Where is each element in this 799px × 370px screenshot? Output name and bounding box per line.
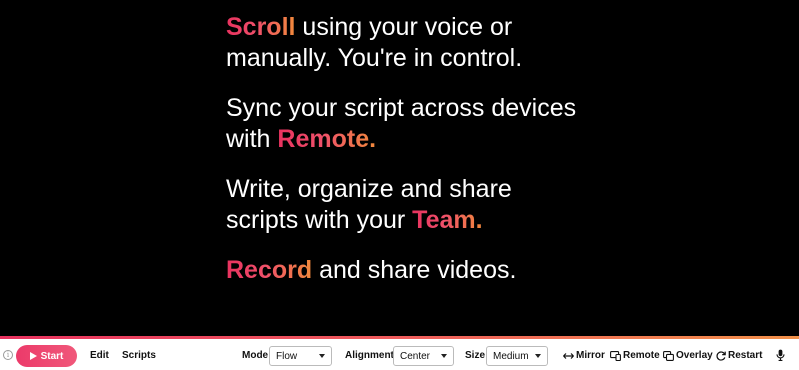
mode-select[interactable]: Flow	[269, 346, 332, 366]
restart-button[interactable]: Restart	[716, 350, 762, 361]
script-line-4-text: and share videos.	[312, 256, 517, 284]
overlay-button[interactable]: Overlay	[663, 350, 713, 361]
restart-label: Restart	[728, 350, 763, 361]
alignment-label: Alignment	[345, 350, 394, 361]
alignment-value: Center	[400, 350, 431, 362]
info-icon[interactable]: i	[3, 350, 13, 360]
highlight-team: Team.	[412, 206, 483, 234]
chevron-down-icon	[535, 354, 541, 358]
remote-icon	[610, 350, 621, 361]
scripts-link[interactable]: Scripts	[122, 350, 156, 361]
size-label: Size	[465, 350, 486, 361]
start-button[interactable]: Start	[16, 345, 77, 367]
mirror-button[interactable]: Mirror	[563, 350, 605, 361]
edit-link[interactable]: Edit	[90, 350, 109, 361]
mode-value: Flow	[276, 350, 298, 362]
overlay-label: Overlay	[676, 350, 713, 361]
teleprompter-stage: Scroll using your voice or manually. You…	[0, 0, 799, 337]
script-line-3: Write, organize and share scripts with y…	[226, 174, 586, 236]
start-label: Start	[40, 350, 64, 362]
script-line-2: Sync your script across devices with Rem…	[226, 93, 586, 155]
size-value: Medium	[493, 350, 529, 362]
arrows-horizontal-icon	[563, 352, 574, 359]
play-icon	[29, 352, 37, 360]
mode-label: Mode	[242, 350, 269, 361]
mirror-label: Mirror	[576, 350, 605, 361]
highlight-record: Record	[226, 256, 313, 284]
microphone-icon[interactable]	[776, 349, 785, 361]
remote-button[interactable]: Remote	[610, 350, 660, 361]
overlay-icon	[663, 350, 674, 361]
chevron-down-icon	[319, 354, 325, 358]
highlight-scroll: Scroll	[226, 13, 296, 41]
script-line-1: Scroll using your voice or manually. You…	[226, 12, 586, 74]
script-line-4: Record and share videos.	[226, 255, 586, 286]
script-text: Scroll using your voice or manually. You…	[226, 12, 586, 305]
bottom-toolbar: i Start Edit Scripts Mode Flow Alignment…	[0, 339, 799, 370]
restart-icon	[716, 350, 726, 361]
remote-label: Remote	[623, 350, 660, 361]
highlight-remote: Remote.	[277, 125, 377, 153]
size-select[interactable]: Medium	[486, 346, 548, 366]
chevron-down-icon	[441, 354, 447, 358]
alignment-select[interactable]: Center	[393, 346, 454, 366]
